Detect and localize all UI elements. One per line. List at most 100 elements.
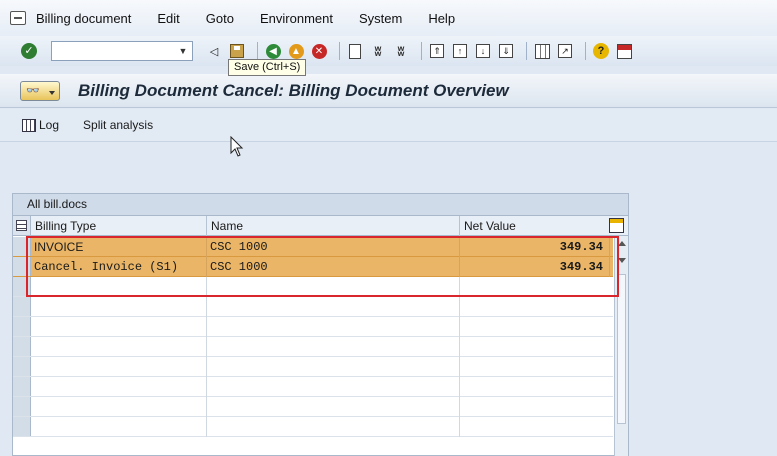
empty-cell bbox=[207, 337, 460, 357]
new-session-button[interactable] bbox=[533, 42, 551, 60]
table-row[interactable]: Cancel. Invoice (S1) CSC 1000 349.34 bbox=[13, 257, 613, 277]
empty-cell bbox=[207, 357, 460, 377]
collapse-button[interactable]: ◁ bbox=[205, 42, 223, 60]
empty-cell bbox=[207, 417, 460, 437]
empty-cell bbox=[207, 297, 460, 317]
application-toolbar: Log Split analysis bbox=[0, 109, 777, 142]
row-selector[interactable] bbox=[13, 397, 31, 416]
next-page-icon: ↓ bbox=[476, 44, 490, 58]
row-selector[interactable] bbox=[13, 237, 31, 256]
shortcut-icon: ↗ bbox=[558, 44, 572, 58]
empty-cell bbox=[207, 377, 460, 397]
cell-name: CSC 1000 bbox=[207, 237, 460, 257]
empty-cell bbox=[31, 277, 207, 297]
menu-bar: Billing document Edit Goto Environment S… bbox=[0, 0, 777, 36]
scroll-down-icon[interactable] bbox=[618, 258, 626, 263]
table-row[interactable] bbox=[13, 277, 613, 297]
column-header-name[interactable]: Name bbox=[207, 216, 460, 236]
log-button[interactable]: Log bbox=[22, 118, 59, 132]
table-row[interactable] bbox=[13, 397, 613, 417]
cell-net-value: 349.34 bbox=[460, 257, 610, 277]
standard-toolbar: ✓ ▼ ◁ ◀ ▲ ✕ ʬ ʬ ⇑ ↑ ↓ ⇓ ↗ ? bbox=[0, 36, 777, 66]
caret-down-icon bbox=[49, 90, 55, 95]
binoculars-icon: ʬ bbox=[374, 43, 382, 59]
exit-button[interactable]: ▲ bbox=[287, 42, 305, 60]
find-next-button[interactable]: ʬ bbox=[392, 42, 410, 60]
help-icon: ? bbox=[593, 43, 609, 59]
row-selector[interactable] bbox=[13, 337, 31, 356]
empty-cell bbox=[207, 317, 460, 337]
split-analysis-label: Split analysis bbox=[83, 118, 154, 132]
table-row[interactable] bbox=[13, 337, 613, 357]
empty-cell bbox=[207, 277, 460, 297]
next-page-button[interactable]: ↓ bbox=[474, 42, 492, 60]
mouse-cursor-icon bbox=[230, 136, 244, 157]
grid-caption: All bill.docs bbox=[13, 194, 628, 216]
new-session-icon bbox=[534, 43, 550, 59]
cell-billing-type: Cancel. Invoice (S1) bbox=[31, 257, 207, 277]
toolbar-separator bbox=[339, 42, 340, 60]
table-row[interactable] bbox=[13, 357, 613, 377]
find-button[interactable]: ʬ bbox=[369, 42, 387, 60]
row-selector[interactable] bbox=[13, 417, 31, 436]
chevron-down-icon[interactable]: ▼ bbox=[174, 42, 192, 60]
menu-edit[interactable]: Edit bbox=[157, 11, 179, 26]
binoculars-plus-icon: ʬ bbox=[397, 43, 405, 59]
display-change-button[interactable]: 👓 bbox=[20, 80, 60, 101]
scroll-thumb[interactable] bbox=[617, 274, 626, 424]
row-selector[interactable] bbox=[13, 317, 31, 336]
command-field[interactable]: ▼ bbox=[51, 41, 193, 61]
log-label: Log bbox=[39, 118, 60, 132]
empty-cell bbox=[31, 397, 207, 417]
table-row[interactable] bbox=[13, 417, 613, 437]
first-page-icon: ⇑ bbox=[430, 44, 444, 58]
row-selector[interactable] bbox=[13, 377, 31, 396]
first-page-button[interactable]: ⇑ bbox=[428, 42, 446, 60]
toolbar-separator bbox=[421, 42, 422, 60]
print-button[interactable] bbox=[346, 42, 364, 60]
back-button[interactable]: ◀ bbox=[264, 42, 282, 60]
cell-billing-type: INVOICE bbox=[31, 237, 207, 257]
table-row[interactable]: INVOICE CSC 1000 349.34 bbox=[13, 237, 613, 257]
split-analysis-button[interactable]: Split analysis bbox=[83, 118, 153, 132]
menu-goto[interactable]: Goto bbox=[206, 11, 234, 26]
row-selector[interactable] bbox=[13, 277, 31, 296]
save-icon bbox=[230, 44, 244, 58]
select-all-icon bbox=[16, 220, 27, 231]
menu-help[interactable]: Help bbox=[428, 11, 455, 26]
select-all-cell[interactable] bbox=[13, 216, 31, 235]
page-title: Billing Document Cancel: Billing Documen… bbox=[78, 80, 509, 100]
table-row[interactable] bbox=[13, 317, 613, 337]
row-selector[interactable] bbox=[13, 357, 31, 376]
save-button[interactable] bbox=[228, 42, 246, 60]
vertical-scrollbar[interactable] bbox=[614, 236, 628, 456]
layout-button[interactable] bbox=[615, 42, 633, 60]
empty-cell bbox=[31, 357, 207, 377]
toolbar-separator bbox=[257, 42, 258, 60]
column-header-net-value[interactable]: Net Value bbox=[460, 216, 610, 236]
command-input[interactable] bbox=[52, 42, 170, 60]
help-button[interactable]: ? bbox=[592, 42, 610, 60]
row-selector[interactable] bbox=[13, 297, 31, 316]
exit-icon: ▲ bbox=[288, 43, 304, 59]
toolbar-separator bbox=[526, 42, 527, 60]
window-menu-icon[interactable] bbox=[10, 11, 26, 25]
cell-net-value: 349.34 bbox=[460, 237, 610, 257]
row-selector[interactable] bbox=[13, 257, 31, 276]
column-config-icon[interactable] bbox=[609, 218, 624, 233]
cancel-button[interactable]: ✕ bbox=[310, 42, 328, 60]
enter-button[interactable]: ✓ bbox=[20, 42, 38, 60]
scroll-up-icon[interactable] bbox=[618, 241, 626, 246]
shortcut-button[interactable]: ↗ bbox=[556, 42, 574, 60]
menu-billing-document[interactable]: Billing document bbox=[36, 11, 131, 26]
table-row[interactable] bbox=[13, 297, 613, 317]
toolbar-separator bbox=[585, 42, 586, 60]
menu-environment[interactable]: Environment bbox=[260, 11, 333, 26]
empty-cell bbox=[31, 297, 207, 317]
previous-page-icon: ↑ bbox=[453, 44, 467, 58]
table-row[interactable] bbox=[13, 377, 613, 397]
previous-page-button[interactable]: ↑ bbox=[451, 42, 469, 60]
menu-system[interactable]: System bbox=[359, 11, 402, 26]
column-header-billing-type[interactable]: Billing Type bbox=[31, 216, 207, 236]
last-page-button[interactable]: ⇓ bbox=[497, 42, 515, 60]
